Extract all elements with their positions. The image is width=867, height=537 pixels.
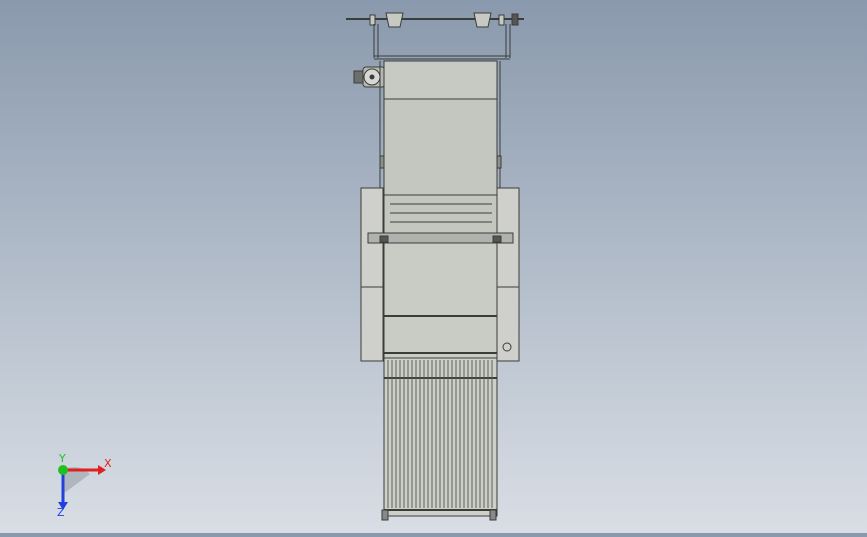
top-shaft-assembly <box>346 12 524 60</box>
cross-rail <box>367 232 514 244</box>
z-axis-label: Z <box>57 506 65 519</box>
upper-housing <box>379 60 502 234</box>
y-axis-label: Y <box>58 452 66 465</box>
machine-model[interactable] <box>0 0 867 533</box>
lower-screen-grid <box>387 360 493 508</box>
x-axis-label: X <box>104 457 112 470</box>
cad-viewport[interactable] <box>0 0 867 533</box>
coordinate-triad: X Y Z <box>40 450 130 520</box>
y-axis-dot-icon <box>58 465 68 475</box>
